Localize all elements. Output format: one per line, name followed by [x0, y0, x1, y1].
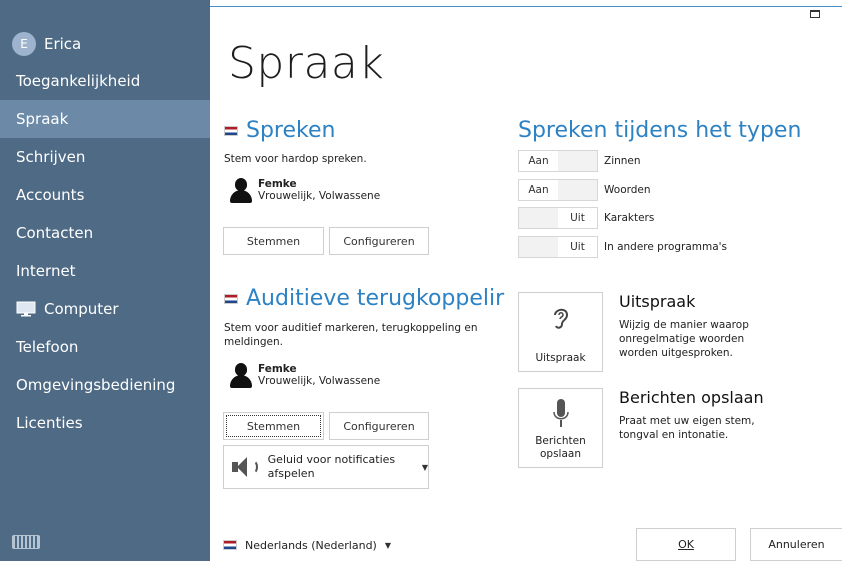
dutch-flag-icon [223, 540, 237, 550]
user-profile[interactable]: E Erica [12, 30, 81, 58]
voice-description: Vrouwelijk, Volwassene [258, 190, 381, 202]
sidebar-item-spraak[interactable]: Spraak [0, 100, 210, 138]
voice-auditief: Femke Vrouwelijk, Volwassene [230, 363, 380, 389]
pronunciation-description: Wijzig de manier waarop onregelmatige wo… [619, 319, 749, 359]
spreken-description: Stem voor hardop spreken. [224, 153, 367, 165]
toggle-row-woorden: Aan Woorden [518, 179, 651, 201]
language-label: Nederlands (Nederland) [245, 538, 377, 552]
section-title-auditief: Auditieve terugkoppelir [224, 286, 504, 311]
dutch-flag-icon [224, 293, 238, 304]
dutch-flag-icon [224, 125, 238, 136]
sidebar-item-label: Computer [44, 300, 119, 318]
sidebar-item-omgevingsbediening[interactable]: Omgevingsbediening [0, 366, 210, 404]
chevron-down-icon: ▼ [421, 462, 428, 472]
toggle-on[interactable]: Aan [519, 180, 558, 200]
toggle-off[interactable]: Uit [558, 208, 597, 228]
avatar: E [12, 32, 36, 56]
toggle-off[interactable] [558, 180, 597, 200]
tile-label-line: Berichten [535, 435, 586, 447]
maximize-icon[interactable] [810, 10, 820, 18]
ok-button[interactable]: OK [636, 528, 736, 561]
toggle-on[interactable] [519, 237, 558, 257]
toggle-off[interactable]: Uit [558, 237, 597, 257]
voices-button[interactable]: Stemmen [223, 412, 324, 440]
sidebar-item-internet[interactable]: Internet [0, 252, 210, 290]
sidebar-item-accounts[interactable]: Accounts [0, 176, 210, 214]
voice-name: Femke [258, 178, 297, 190]
toggle-zinnen[interactable]: Aan [518, 150, 598, 172]
language-select[interactable]: Nederlands (Nederland) ▼ [223, 534, 391, 556]
configure-button[interactable]: Configureren [329, 412, 429, 440]
toggle-label: Zinnen [604, 155, 641, 167]
section-title-typing: Spreken tijdens het typen [518, 118, 802, 143]
sidebar-item-schrijven[interactable]: Schrijven [0, 138, 210, 176]
toggle-label: In andere programma's [604, 241, 728, 253]
section-title-text: Spreken [246, 118, 336, 143]
auditief-description: Stem voor auditief markeren, terugkoppel… [224, 322, 478, 348]
pronunciation-tile[interactable]: Uitspraak [518, 292, 603, 372]
section-title-text: Auditieve terugkoppelir [246, 286, 505, 311]
notification-sound-label: Geluid voor notificaties afspelen [267, 453, 396, 480]
window-accent-line [210, 6, 842, 7]
toggle-label: Woorden [604, 184, 651, 196]
pronunciation-title: Uitspraak [619, 292, 696, 311]
toggle-row-andere-programmas: Uit In andere programma's [518, 236, 727, 258]
voice-spreken: Femke Vrouwelijk, Volwassene [230, 178, 380, 204]
toggle-off[interactable] [558, 151, 597, 171]
save-messages-tile[interactable]: Berichten opslaan [518, 388, 603, 468]
tile-label-line: opslaan [539, 448, 581, 460]
sidebar-item-telefoon[interactable]: Telefoon [0, 328, 210, 366]
chevron-down-icon: ▼ [384, 540, 392, 550]
tile-label: Uitspraak [535, 352, 586, 364]
toggle-andere-programmas[interactable]: Uit [518, 236, 598, 258]
tile-label: Berichten opslaan [535, 435, 586, 461]
keyboard-icon[interactable] [12, 535, 40, 549]
toggle-row-karakters: Uit Karakters [518, 207, 654, 229]
ear-icon [554, 308, 569, 329]
voices-button[interactable]: Stemmen [223, 227, 324, 255]
configure-button[interactable]: Configureren [329, 227, 429, 255]
speaker-icon [232, 455, 260, 479]
save-messages-description: Praat met uw eigen stem, tongval en into… [619, 415, 755, 441]
monitor-icon [16, 301, 36, 317]
sidebar-item-licenties[interactable]: Licenties [0, 404, 210, 442]
section-title-spreken: Spreken [224, 118, 335, 143]
sidebar-item-computer[interactable]: Computer [0, 290, 210, 328]
toggle-label: Karakters [604, 212, 655, 224]
toggle-karakters[interactable]: Uit [518, 207, 598, 229]
person-icon [230, 178, 252, 204]
toggle-on[interactable] [519, 208, 558, 228]
person-icon [230, 363, 252, 389]
toggle-on[interactable]: Aan [519, 151, 558, 171]
cancel-button[interactable]: Annuleren [750, 528, 842, 561]
page-title: Spraak [228, 38, 385, 89]
save-messages-title: Berichten opslaan [619, 388, 764, 407]
sidebar: E Erica Toegankelijkheid Spraak Schrijve… [0, 0, 210, 561]
sidebar-item-toegankelijkheid[interactable]: Toegankelijkheid [0, 62, 210, 100]
user-name: Erica [44, 35, 82, 53]
toggle-row-zinnen: Aan Zinnen [518, 150, 641, 172]
sidebar-item-contacten[interactable]: Contacten [0, 214, 210, 252]
voice-name: Femke [258, 363, 297, 375]
voice-description: Vrouwelijk, Volwassene [258, 375, 381, 387]
toggle-woorden[interactable]: Aan [518, 179, 598, 201]
notification-sound-select[interactable]: Geluid voor notificaties afspelen ▼ [223, 445, 429, 489]
microphone-icon [553, 399, 569, 427]
